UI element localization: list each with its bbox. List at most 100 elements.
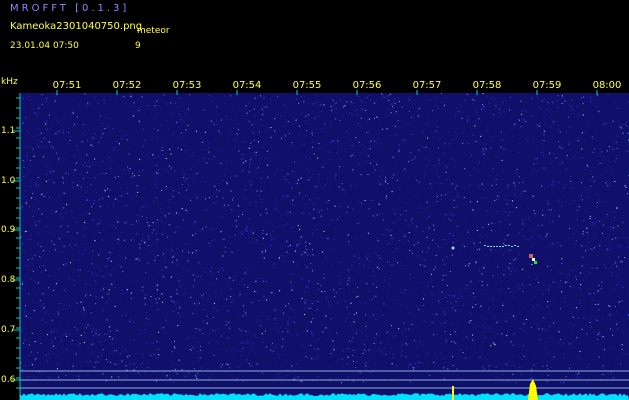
noise-speck <box>562 342 564 344</box>
noise-speck <box>336 361 338 363</box>
noise-speck <box>144 371 146 373</box>
noise-speck <box>243 162 245 164</box>
noise-speck <box>114 363 116 365</box>
noise-speck <box>604 264 606 266</box>
noise-speck <box>142 169 144 171</box>
noise-speck <box>499 112 501 114</box>
noise-speck <box>187 108 189 110</box>
noise-speck <box>313 202 315 204</box>
noise-speck <box>491 97 493 99</box>
noise-speck <box>422 146 424 148</box>
noise-speck <box>446 320 448 322</box>
noise-speck <box>202 332 204 334</box>
noise-speck <box>80 334 82 336</box>
noise-speck <box>117 221 119 223</box>
noise-speck <box>337 302 339 304</box>
noise-speck <box>440 343 442 345</box>
noise-speck <box>164 215 166 217</box>
noise-speck <box>483 153 485 155</box>
noise-speck <box>161 150 163 151</box>
noise-speck <box>55 348 57 349</box>
noise-speck <box>355 237 357 239</box>
noise-speck <box>534 213 536 215</box>
noise-speck <box>596 202 598 203</box>
noise-speck <box>598 284 600 286</box>
noise-speck <box>234 234 236 236</box>
noise-speck <box>608 305 610 307</box>
noise-speck <box>313 153 315 155</box>
noise-speck <box>202 321 204 323</box>
noise-speck <box>24 311 26 313</box>
noise-speck <box>341 101 343 103</box>
noise-speck <box>301 277 303 279</box>
noise-speck <box>533 307 535 308</box>
noise-speck <box>139 253 140 255</box>
noise-speck <box>141 356 143 358</box>
noise-speck <box>85 327 87 329</box>
noise-speck <box>210 245 211 247</box>
noise-speck <box>538 97 540 99</box>
noise-speck <box>87 103 89 105</box>
noise-speck <box>347 234 349 236</box>
noise-speck <box>153 342 154 344</box>
noise-speck <box>37 233 39 235</box>
noise-speck <box>484 327 486 329</box>
noise-speck <box>513 333 515 335</box>
noise-speck <box>390 112 392 114</box>
noise-speck <box>542 365 544 367</box>
noise-speck <box>62 208 64 209</box>
noise-speck <box>518 176 520 178</box>
noise-speck <box>156 284 158 286</box>
noise-speck <box>167 207 169 209</box>
noise-speck <box>226 349 228 351</box>
noise-speck <box>133 363 135 365</box>
noise-speck <box>206 322 208 324</box>
noise-speck <box>601 151 603 153</box>
noise-speck <box>515 173 517 175</box>
noise-speck <box>404 168 406 170</box>
noise-speck <box>547 361 549 363</box>
noise-speck <box>92 328 94 330</box>
noise-speck <box>618 282 620 283</box>
filename-label: Kameoka2301040750.png <box>10 21 143 32</box>
noise-speck <box>209 270 211 272</box>
noise-speck <box>525 121 527 123</box>
noise-speck <box>75 339 77 341</box>
noise-speck <box>456 185 458 187</box>
noise-speck <box>27 152 29 153</box>
noise-speck <box>270 245 272 247</box>
noise-speck <box>34 359 36 361</box>
noise-speck <box>565 376 567 378</box>
noise-speck <box>577 106 578 108</box>
noise-speck <box>130 154 132 156</box>
noise-speck <box>376 142 378 144</box>
noise-speck <box>86 165 87 167</box>
noise-speck <box>76 329 78 331</box>
noise-speck <box>549 116 551 118</box>
noise-speck <box>409 110 410 112</box>
noise-speck <box>231 349 233 351</box>
noise-speck <box>547 301 549 303</box>
noise-speck <box>55 249 57 251</box>
noise-speck <box>415 267 417 269</box>
noise-speck <box>22 122 24 124</box>
meteor-trail <box>517 246 519 247</box>
noise-speck <box>219 292 221 294</box>
noise-speck <box>474 348 476 350</box>
noise-speck <box>383 279 385 281</box>
noise-speck <box>260 190 262 192</box>
noise-speck <box>575 230 577 232</box>
noise-speck <box>224 101 226 103</box>
noise-speck <box>154 117 155 119</box>
noise-speck <box>125 102 127 104</box>
noise-speck <box>350 101 352 103</box>
noise-speck <box>242 169 244 171</box>
noise-speck <box>145 207 147 209</box>
noise-speck <box>402 350 403 352</box>
noise-speck <box>245 229 247 230</box>
noise-speck <box>293 177 295 179</box>
noise-speck <box>230 95 231 97</box>
noise-speck <box>521 193 523 195</box>
noise-speck <box>41 271 43 273</box>
noise-speck <box>25 146 27 148</box>
